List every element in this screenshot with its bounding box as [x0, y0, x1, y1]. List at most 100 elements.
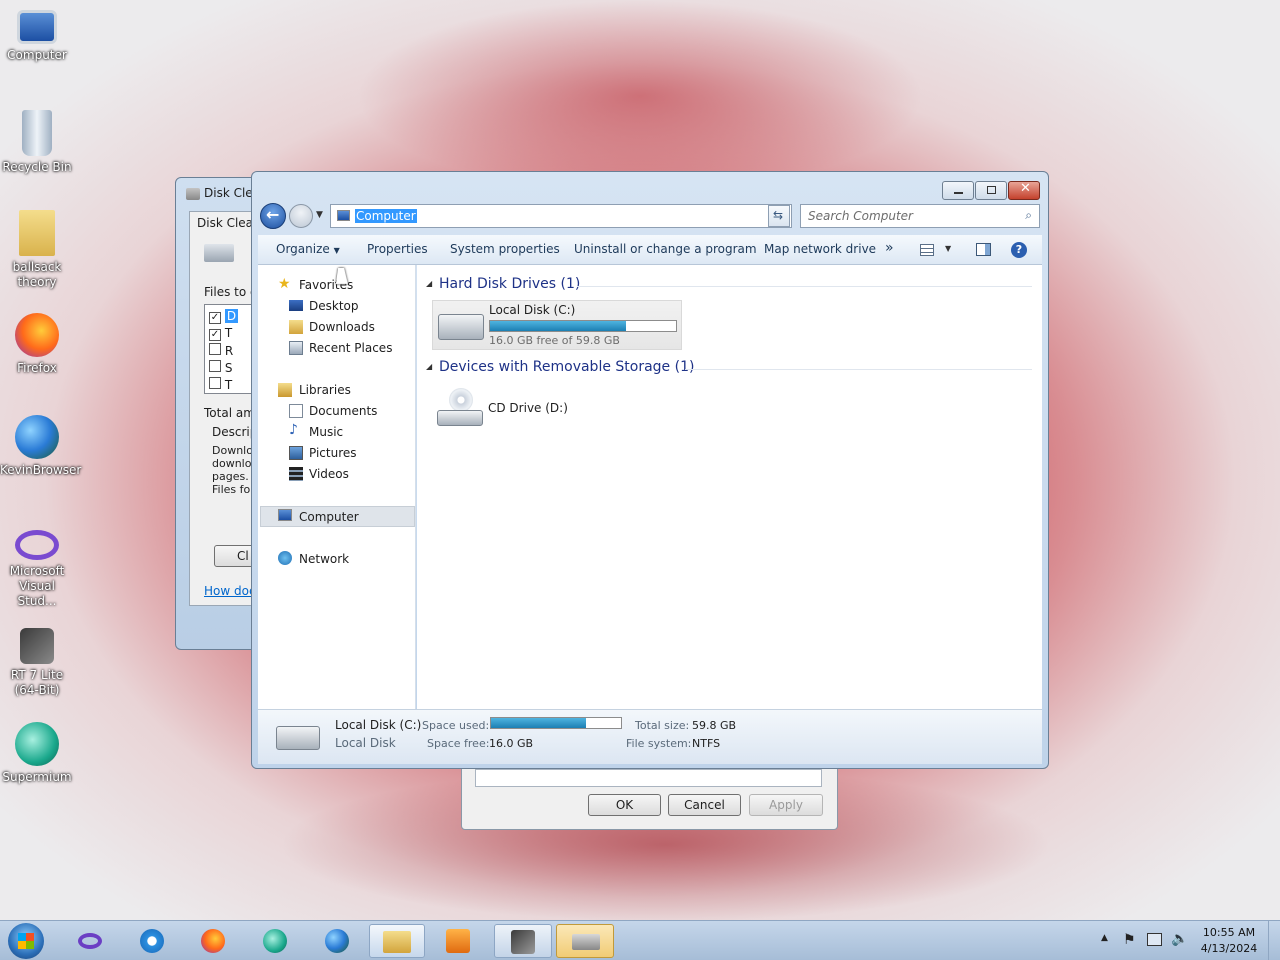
- restore-icon: [987, 186, 996, 194]
- nav-item-desktop[interactable]: Desktop: [309, 299, 359, 313]
- taskbar-kevinbrowser[interactable]: [311, 924, 363, 958]
- group-divider: [685, 369, 1032, 370]
- navigation-pane[interactable]: ★ Favorites Desktop Downloads Recent Pla…: [258, 265, 416, 709]
- forward-button[interactable]: [289, 204, 313, 228]
- downloads-folder-icon: [289, 320, 303, 334]
- list-item[interactable]: ✓ D: [209, 309, 239, 324]
- clock[interactable]: 10:55 AM 4/13/2024: [1196, 925, 1262, 957]
- desktop-icon-recycle-bin[interactable]: Recycle Bin: [0, 110, 74, 175]
- checkbox-checked[interactable]: ✓: [209, 312, 221, 324]
- back-button[interactable]: ←: [260, 203, 286, 229]
- system-properties-button[interactable]: System properties: [450, 242, 560, 256]
- hard-drive-icon: [438, 314, 484, 340]
- cancel-button[interactable]: Cancel: [668, 794, 741, 816]
- more-commands-button[interactable]: »: [885, 240, 894, 256]
- total-size-label: Total size:: [635, 719, 690, 732]
- cd-drive-icon: [437, 388, 483, 428]
- recent-pages-dropdown-icon[interactable]: ▼: [316, 210, 323, 220]
- properties-dialog[interactable]: OK Cancel Apply: [461, 760, 838, 830]
- details-drive-name: Local Disk (C:): [335, 718, 422, 732]
- taskbar-disk-cleanup[interactable]: [556, 924, 614, 958]
- file-system-label: File system:: [626, 737, 692, 750]
- list-item[interactable]: T: [209, 377, 232, 392]
- desktop-icon: [289, 300, 303, 311]
- checkbox[interactable]: [209, 377, 221, 389]
- visual-studio-icon: [78, 933, 102, 949]
- space-free-value: 16.0 GB: [489, 737, 534, 750]
- maximize-button[interactable]: [975, 181, 1007, 200]
- nav-item-computer[interactable]: Computer: [299, 510, 359, 524]
- nav-item-pictures[interactable]: Pictures: [309, 446, 357, 460]
- close-button[interactable]: ✕: [1008, 181, 1040, 200]
- search-input[interactable]: Search Computer ⌕: [800, 204, 1040, 228]
- drive-name: Local Disk (C:): [489, 303, 576, 317]
- group-header-removable-storage[interactable]: Devices with Removable Storage (1): [439, 359, 694, 375]
- drive-name: CD Drive (D:): [488, 401, 568, 415]
- nav-item-network[interactable]: Network: [299, 552, 349, 566]
- organize-button[interactable]: Organize ▼: [276, 242, 340, 256]
- address-path[interactable]: Computer: [355, 209, 417, 223]
- taskbar-rt7lite[interactable]: [494, 924, 552, 958]
- ok-button[interactable]: OK: [588, 794, 661, 816]
- action-center-flag-icon[interactable]: ⚑: [1123, 932, 1136, 948]
- taskbar-internet-explorer[interactable]: [126, 924, 178, 958]
- taskbar-supermium[interactable]: [249, 924, 301, 958]
- minimize-icon: [954, 192, 963, 194]
- preview-pane-icon[interactable]: [976, 243, 991, 256]
- desktop-icon-rt7lite[interactable]: RT 7 Lite (64-Bit): [0, 628, 74, 698]
- minimize-button[interactable]: [942, 181, 974, 200]
- computer-small-icon: [337, 210, 350, 221]
- nav-item-recent-places[interactable]: Recent Places: [309, 341, 392, 355]
- views-icon[interactable]: [920, 244, 934, 256]
- collapse-triangle-icon[interactable]: ◢: [426, 362, 432, 371]
- checkbox[interactable]: [209, 360, 221, 372]
- search-icon[interactable]: ⌕: [1025, 208, 1032, 223]
- address-bar[interactable]: Computer ▼: [330, 204, 792, 228]
- clock-date: 4/13/2024: [1200, 942, 1258, 955]
- list-item[interactable]: R: [209, 343, 233, 358]
- checkbox-checked[interactable]: ✓: [209, 329, 221, 341]
- drive-tile-local-disk-c[interactable]: Local Disk (C:) 16.0 GB free of 59.8 GB: [432, 300, 682, 350]
- uninstall-program-button[interactable]: Uninstall or change a program: [574, 242, 757, 256]
- desktop-icon-ballsack-theory[interactable]: ballsack theory: [0, 210, 74, 290]
- nav-item-music[interactable]: Music: [309, 425, 343, 439]
- volume-muted-icon[interactable]: 🔈: [1171, 931, 1188, 947]
- desktop-icon-label: KevinBrowser: [0, 463, 82, 477]
- views-dropdown-icon[interactable]: ▼: [945, 244, 951, 253]
- collapse-triangle-icon[interactable]: ◢: [426, 279, 432, 288]
- desktop-icon-firefox[interactable]: Firefox: [0, 313, 74, 376]
- nav-item-videos[interactable]: Videos: [309, 467, 349, 481]
- show-desktop-button[interactable]: [1268, 921, 1280, 960]
- desktop-icon-computer[interactable]: Computer: [0, 10, 74, 63]
- network-tray-icon[interactable]: [1147, 933, 1162, 946]
- taskbar-windows-explorer[interactable]: [369, 924, 425, 958]
- nav-item-documents[interactable]: Documents: [309, 404, 377, 418]
- nav-item-libraries[interactable]: Libraries: [299, 383, 351, 397]
- supermium-icon: [263, 929, 287, 953]
- start-button[interactable]: [8, 923, 44, 959]
- desktop-icon-label: Computer: [7, 48, 67, 62]
- show-hidden-icons-button[interactable]: ▲: [1101, 933, 1108, 943]
- map-network-drive-button[interactable]: Map network drive: [764, 242, 876, 256]
- taskbar-media-player[interactable]: [432, 924, 484, 958]
- apply-button[interactable]: Apply: [749, 794, 823, 816]
- desktop-icon-visual-studio[interactable]: Microsoft Visual Stud...: [0, 530, 74, 609]
- refresh-button[interactable]: ⇆: [768, 205, 790, 227]
- content-pane[interactable]: ◢ Hard Disk Drives (1) Local Disk (C:) 1…: [417, 265, 1042, 709]
- list-item[interactable]: ✓ T: [209, 326, 232, 341]
- nav-item-downloads[interactable]: Downloads: [309, 320, 375, 334]
- checkbox[interactable]: [209, 343, 221, 355]
- taskbar-visual-studio[interactable]: [64, 924, 116, 958]
- description-text: Downlo downlo pages. Files fol: [212, 444, 254, 496]
- group-header-hard-disk-drives[interactable]: Hard Disk Drives (1): [439, 276, 580, 292]
- desktop-icon-kevinbrowser[interactable]: KevinBrowser: [0, 415, 81, 478]
- list-item[interactable]: S: [209, 360, 232, 375]
- desktop-icon-label: Recycle Bin: [2, 160, 72, 174]
- drive-tile-cd-drive-d[interactable]: CD Drive (D:): [432, 383, 592, 433]
- drive-free-text: 16.0 GB free of 59.8 GB: [489, 334, 620, 347]
- taskbar-firefox[interactable]: [187, 924, 239, 958]
- help-icon[interactable]: ?: [1011, 242, 1027, 258]
- properties-button[interactable]: Properties: [367, 242, 428, 256]
- text-field[interactable]: [475, 769, 822, 787]
- desktop-icon-supermium[interactable]: Supermium: [0, 722, 74, 785]
